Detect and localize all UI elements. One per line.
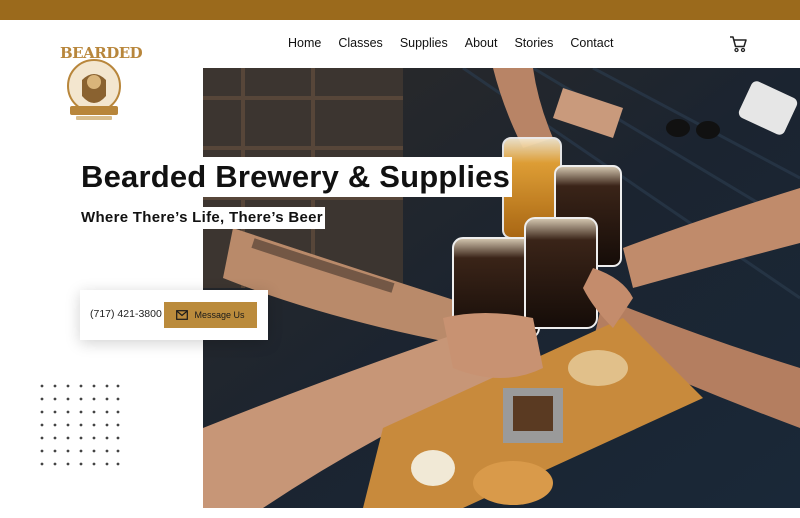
message-us-button[interactable]: Message Us (164, 302, 257, 328)
nav-item-stories[interactable]: Stories (514, 36, 553, 50)
cart-button[interactable] (728, 34, 748, 54)
people-toasting-beer-glasses-photo (203, 68, 800, 508)
hero-subtitle: Where There’s Life, There’s Beer (81, 209, 323, 226)
hero-title-backdrop: Bearded Brewery & Supplies (79, 157, 513, 197)
hero-photo (203, 68, 800, 508)
decorative-dot-grid (40, 384, 120, 466)
phone-number[interactable]: (717) 421-3800 (90, 308, 162, 320)
nav-item-about[interactable]: About (465, 36, 498, 50)
nav-item-supplies[interactable]: Supplies (400, 36, 448, 50)
top-accent-bar (0, 0, 800, 20)
nav-item-contact[interactable]: Contact (570, 36, 613, 50)
cart-icon (730, 36, 747, 53)
mail-icon (176, 310, 189, 320)
nav-item-classes[interactable]: Classes (338, 36, 382, 50)
hero-subtitle-backdrop: Where There’s Life, There’s Beer (79, 207, 325, 229)
hero-title: Bearded Brewery & Supplies (81, 159, 511, 194)
logo-wordmark: BEARDED (60, 44, 143, 62)
contact-card: (717) 421-3800 Message Us (80, 290, 268, 340)
site-logo[interactable]: BEARDED (56, 40, 143, 124)
message-us-label: Message Us (194, 310, 245, 320)
main-nav: Home Classes Supplies About Stories Cont… (288, 36, 613, 50)
nav-item-home[interactable]: Home (288, 36, 321, 50)
